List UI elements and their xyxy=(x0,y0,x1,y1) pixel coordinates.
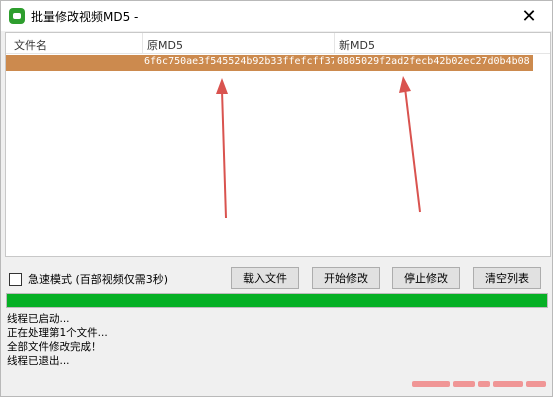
stop-modify-button[interactable]: 停止修改 xyxy=(392,267,460,289)
log-line: 线程已启动... xyxy=(7,313,70,325)
log-line: 全部文件修改完成！ xyxy=(7,341,102,353)
window-title: 批量修改视频MD5 - xyxy=(31,10,139,24)
watermark-block xyxy=(526,381,546,387)
file-list[interactable]: 文件名 原MD5 新MD5 D: mp4 6f6c750ae3f545524b9… xyxy=(5,32,551,257)
progress-fill xyxy=(7,294,547,307)
close-icon: ✕ xyxy=(521,5,537,27)
fast-mode-option[interactable]: 急速模式 (百部视频仅需3秒) xyxy=(9,271,168,287)
fast-mode-label: 急速模式 (百部视频仅需3秒) xyxy=(28,273,169,286)
watermark-block xyxy=(478,381,490,387)
close-button[interactable]: ✕ xyxy=(506,1,552,31)
app-window: 批量修改视频MD5 - ✕ 文件名 原MD5 新MD5 D: mp4 6f6c7… xyxy=(0,0,553,397)
clear-list-button[interactable]: 清空列表 xyxy=(473,267,541,289)
new-md5-cell: 0805029f2ad2fecb42b02ec27d0b4b08 xyxy=(337,56,530,67)
watermark-block xyxy=(493,381,523,387)
watermark xyxy=(412,378,550,390)
watermark-block xyxy=(412,381,450,387)
column-separator[interactable] xyxy=(142,33,143,53)
column-header-filename[interactable]: 文件名 xyxy=(14,37,47,53)
app-icon xyxy=(9,8,25,24)
list-header: 文件名 原MD5 新MD5 xyxy=(6,33,550,54)
fast-mode-checkbox[interactable] xyxy=(9,272,22,286)
column-separator[interactable] xyxy=(334,33,335,53)
column-header-orig-md5[interactable]: 原MD5 xyxy=(147,37,183,53)
orig-md5-cell: 6f6c750ae3f545524b92b33ffefcff37 xyxy=(144,56,334,67)
start-modify-button[interactable]: 开始修改 xyxy=(312,267,380,289)
title-bar[interactable]: 批量修改视频MD5 - ✕ xyxy=(1,1,552,31)
column-header-new-md5[interactable]: 新MD5 xyxy=(339,37,375,53)
log-line: 线程已退出... xyxy=(7,355,70,367)
log-line: 正在处理第1个文件... xyxy=(7,327,108,339)
watermark-block xyxy=(453,381,475,387)
load-files-button[interactable]: 载入文件 xyxy=(231,267,299,289)
table-row[interactable]: D: mp4 6f6c750ae3f545524b92b33ffefcff37 … xyxy=(6,55,533,71)
log-output: 线程已启动... 正在处理第1个文件... 全部文件修改完成！ 线程已退出... xyxy=(7,312,547,368)
progress-bar xyxy=(6,293,548,308)
